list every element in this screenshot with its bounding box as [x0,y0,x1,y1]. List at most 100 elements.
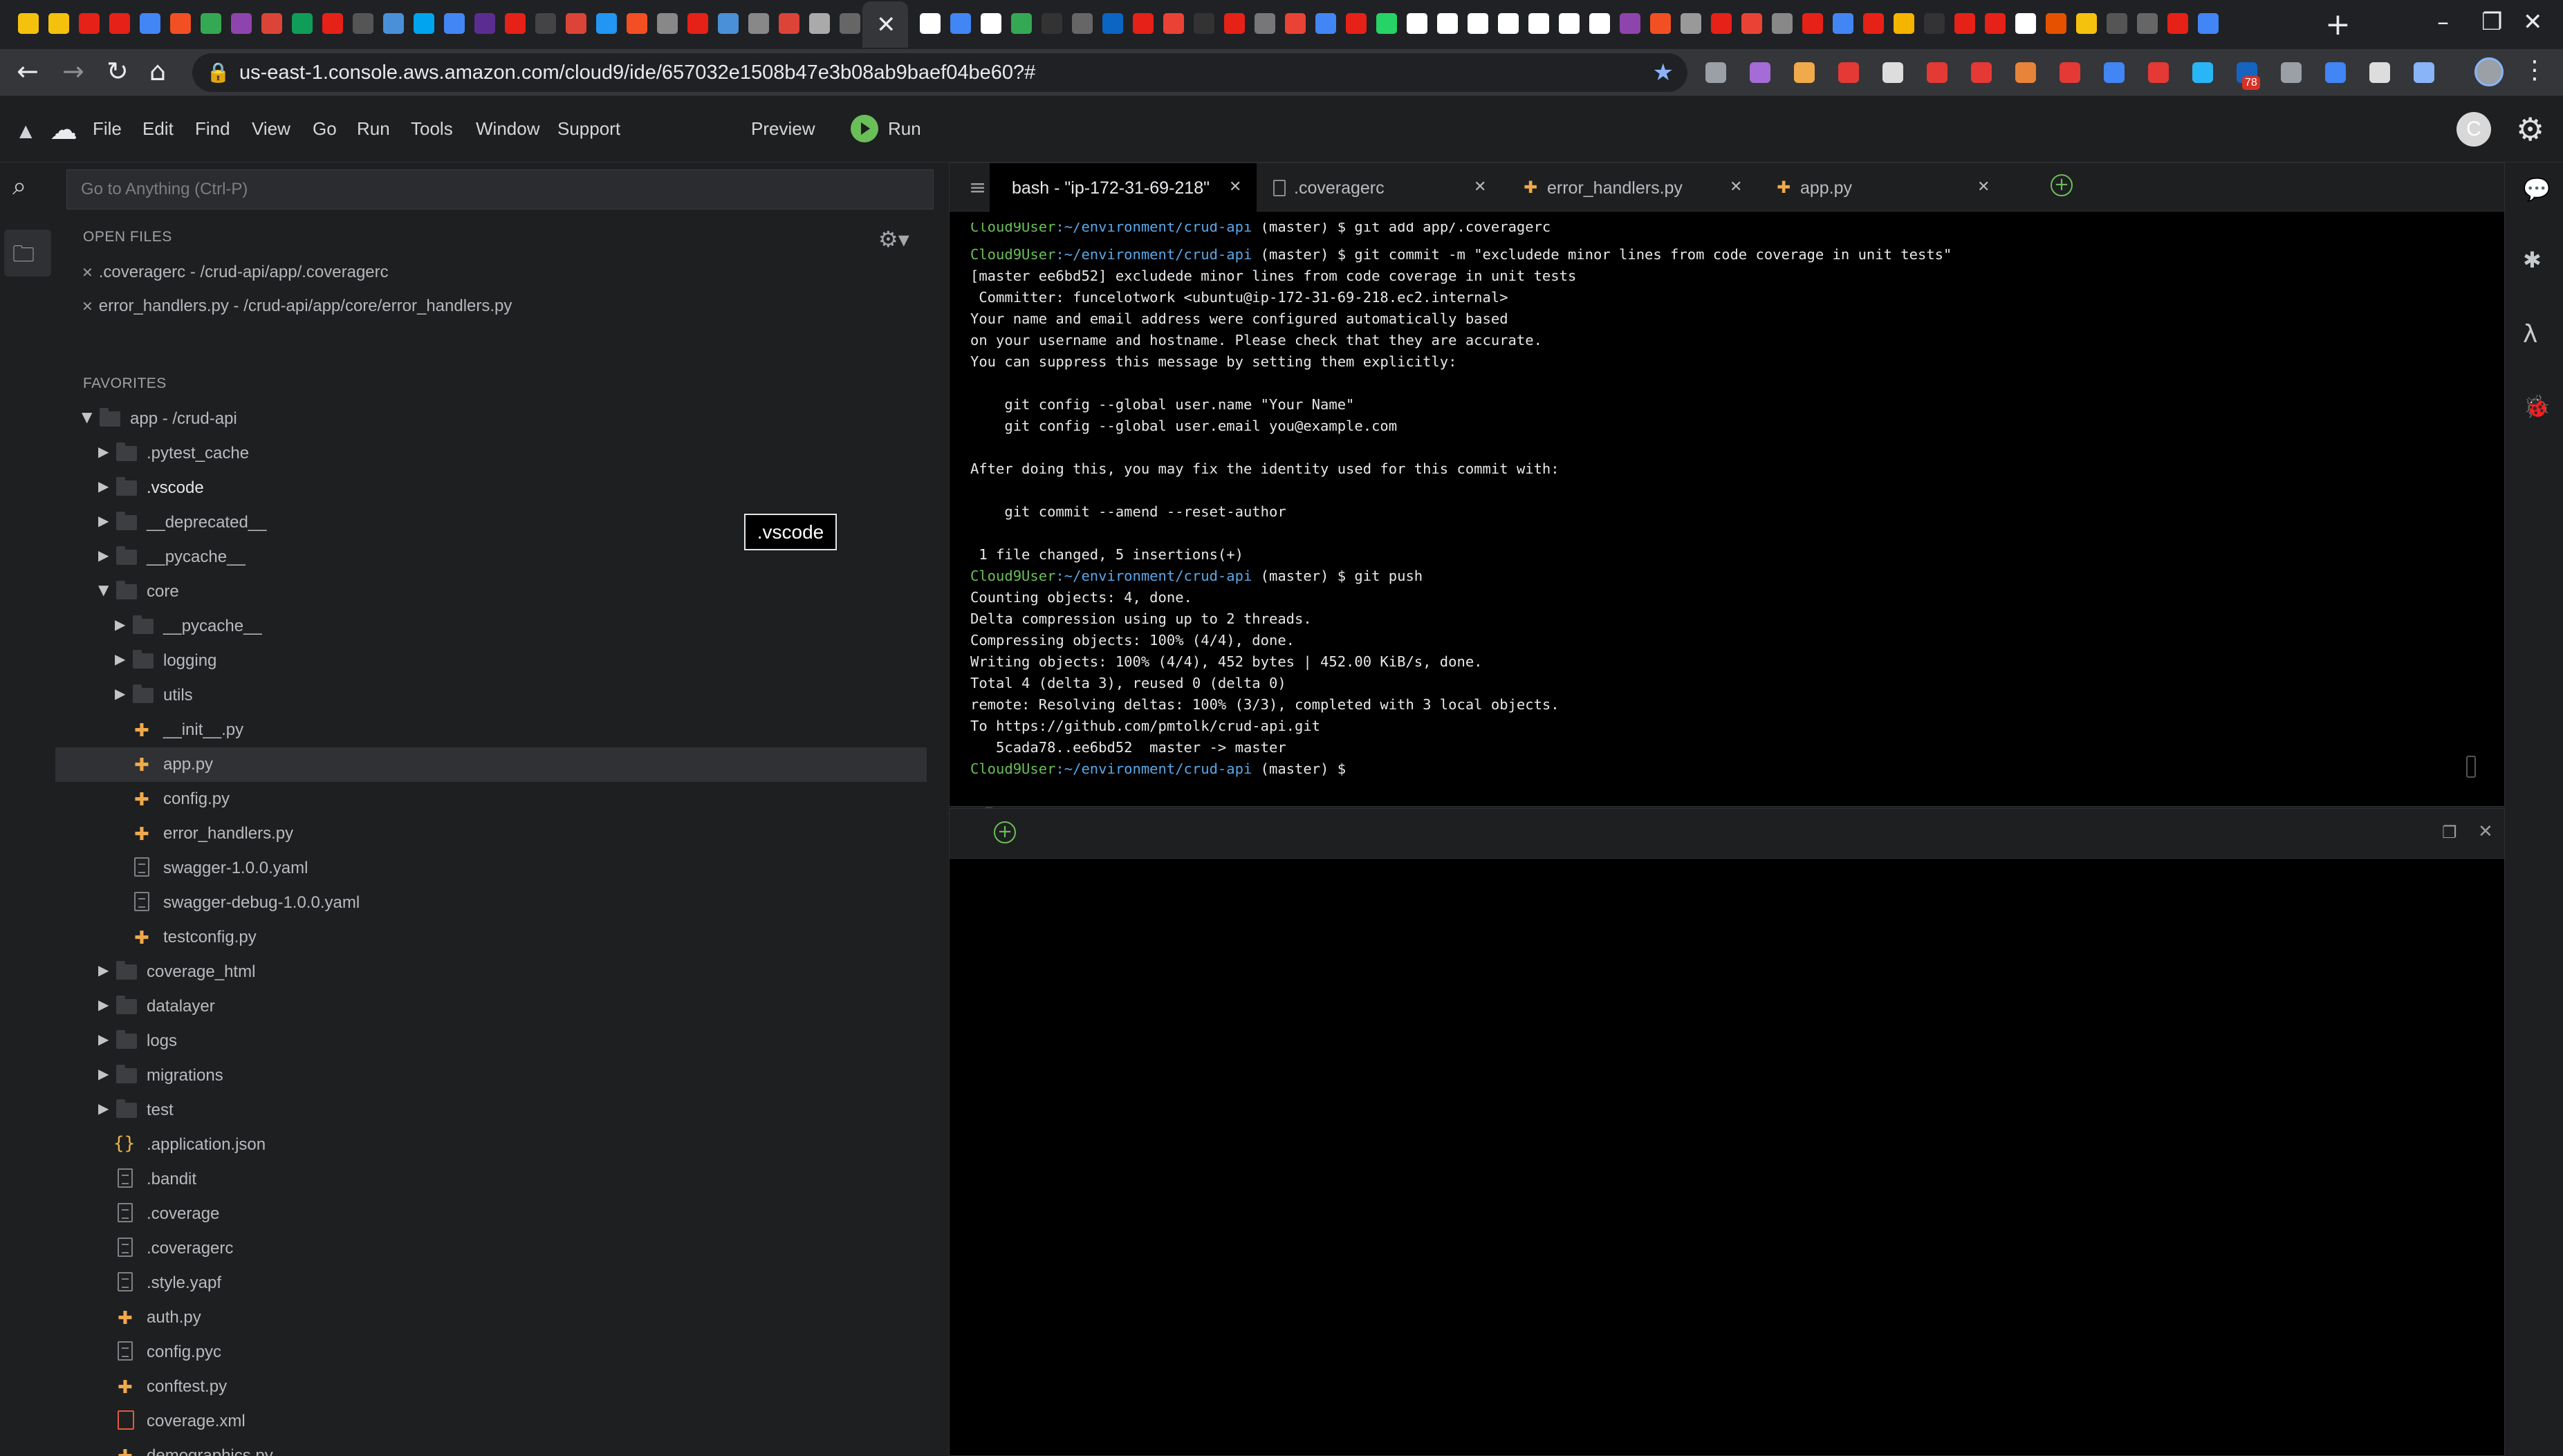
tree-file-row[interactable]: swagger-debug-1.0.0.yaml [55,886,927,920]
browser-tab-favicon[interactable] [1559,13,1580,34]
chevron-right-icon[interactable]: ▶ [98,962,109,978]
tree-file-row[interactable]: ✚ conftest.py [55,1370,927,1404]
tree-folder-row[interactable]: ▶ utils [55,678,927,713]
tree-file-row[interactable]: ✚ demographics.py [55,1439,927,1456]
tree-item-label[interactable]: datalayer [147,997,215,1016]
browser-tab-favicon[interactable] [1589,13,1610,34]
browser-tab-favicon[interactable] [566,13,586,34]
chevron-right-icon[interactable]: ▶ [98,1065,109,1082]
browser-tab-favicon[interactable] [1011,13,1032,34]
browser-tab-favicon[interactable] [1650,13,1671,34]
browser-tab-favicon[interactable] [2046,13,2066,34]
browser-tab-favicon[interactable] [1985,13,2006,34]
browser-tab-favicon[interactable] [1833,13,1853,34]
tree-item-label[interactable]: __deprecated__ [147,513,266,532]
tree-folder-row[interactable]: ▶ logging [55,644,927,678]
browser-tab-favicon[interactable] [383,13,404,34]
tab-bash-terminal[interactable]: bash - "ip-172-31-69-218" ✕ [990,163,1257,212]
browser-tab-favicon[interactable] [1894,13,1914,34]
browser-tab-favicon[interactable] [1163,13,1184,34]
new-tab-button[interactable]: + [2325,7,2351,42]
browser-profile-avatar[interactable] [2474,57,2504,86]
menu-run[interactable]: Run [357,118,390,140]
extension-icon[interactable] [1838,62,1859,83]
outline-icon[interactable]: ✱ [2523,247,2542,273]
browser-tab-favicon[interactable] [201,13,221,34]
chevron-down-icon[interactable]: ▼ [98,581,109,598]
chevron-right-icon[interactable]: ▶ [115,685,125,702]
tree-item-label[interactable]: swagger-1.0.0.yaml [163,859,308,878]
tree-item-label[interactable]: testconfig.py [163,928,257,947]
tree-item-label[interactable]: __pycache__ [147,548,246,567]
menu-edit[interactable]: Edit [142,118,174,140]
settings-gear-icon[interactable]: ⚙ [2516,111,2544,148]
browser-tab-favicon[interactable] [353,13,373,34]
tree-item-label[interactable]: .application.json [147,1135,266,1155]
aws-lambda-icon[interactable]: λ [2523,320,2537,348]
chevron-down-icon[interactable]: ▼ [82,409,92,425]
tab-app-py[interactable]: ✚ app.py ✕ [1760,163,1995,212]
browser-tab-favicon[interactable] [1346,13,1367,34]
browser-tab-favicon[interactable] [1620,13,1640,34]
tree-file-row[interactable]: .style.yapf [55,1266,927,1300]
browser-tab-favicon[interactable] [596,13,617,34]
tree-folder-row[interactable]: ▶ .vscode [55,471,927,505]
close-file-icon[interactable]: ✕ [82,298,93,315]
chevron-right-icon[interactable]: ▶ [98,443,109,460]
browser-tab-favicon[interactable] [170,13,191,34]
tab-menu-icon[interactable]: ≡ [969,176,986,200]
tree-file-row[interactable]: ✚ __init__.py [55,713,927,747]
browser-menu-icon[interactable]: ⋮ [2522,55,2547,84]
collapse-caret-icon[interactable]: ▲ [19,121,32,140]
browser-tab-favicon[interactable] [1194,13,1214,34]
close-tab-icon[interactable]: ✕ [1229,178,1241,196]
collaborate-icon[interactable]: 💬 [2523,176,2551,203]
user-avatar[interactable]: C [2456,112,2491,147]
menu-window[interactable]: Window [476,118,539,140]
browser-tab-favicon[interactable] [1133,13,1154,34]
goto-anything-input[interactable] [67,170,933,209]
tree-item-label[interactable]: logs [147,1032,177,1051]
browser-tab-favicon[interactable] [1042,13,1062,34]
browser-tab-favicon[interactable] [1315,13,1336,34]
tree-item-label[interactable]: app - /crud-api [130,409,237,429]
menu-support[interactable]: Support [557,118,620,140]
browser-tab-favicon[interactable] [657,13,678,34]
browser-tab-favicon[interactable] [2198,13,2219,34]
new-tab-plus-icon[interactable]: + [2051,174,2073,196]
browser-tab-favicon[interactable] [1407,13,1427,34]
tree-item-label[interactable]: config.pyc [147,1343,221,1362]
menu-tools[interactable]: Tools [411,118,453,140]
browser-tab-favicon[interactable] [1468,13,1488,34]
tree-item-label[interactable]: coverage.xml [147,1412,246,1431]
tree-file-row[interactable]: .coverage [55,1197,927,1231]
chevron-right-icon[interactable]: ▶ [98,478,109,494]
menu-go[interactable]: Go [313,118,337,140]
tree-item-label[interactable]: __pycache__ [163,617,262,636]
extension-icon[interactable] [2369,62,2390,83]
tree-item-label[interactable]: config.py [163,790,230,809]
browser-tab-favicon[interactable] [79,13,100,34]
browser-tab-favicon[interactable] [950,13,971,34]
tree-item-label[interactable]: demographics.py [147,1446,273,1456]
preview-button[interactable]: Preview [751,118,815,140]
add-panel-plus-icon[interactable]: + [994,821,1016,843]
browser-tab-favicon[interactable] [48,13,69,34]
chevron-right-icon[interactable]: ▶ [115,651,125,667]
browser-tab-favicon[interactable] [535,13,556,34]
browser-tab-favicon[interactable] [1255,13,1275,34]
browser-tab-favicon[interactable] [627,13,647,34]
tree-item-label[interactable]: migrations [147,1066,223,1085]
chevron-right-icon[interactable]: ▶ [98,996,109,1013]
browser-tab-favicon[interactable] [748,13,769,34]
tree-folder-row[interactable]: ▼ core [55,575,927,609]
extension-icon[interactable] [2148,62,2169,83]
browser-tab-favicon[interactable] [1102,13,1123,34]
extension-icon[interactable] [1927,62,1947,83]
tree-item-label[interactable]: .coverage [147,1204,219,1224]
tree-file-row[interactable]: .bandit [55,1162,927,1197]
extension-icon[interactable] [2060,62,2080,83]
browser-tab-favicon[interactable] [920,13,941,34]
browser-tab-favicon[interactable] [322,13,343,34]
extension-icon[interactable] [2325,62,2346,83]
